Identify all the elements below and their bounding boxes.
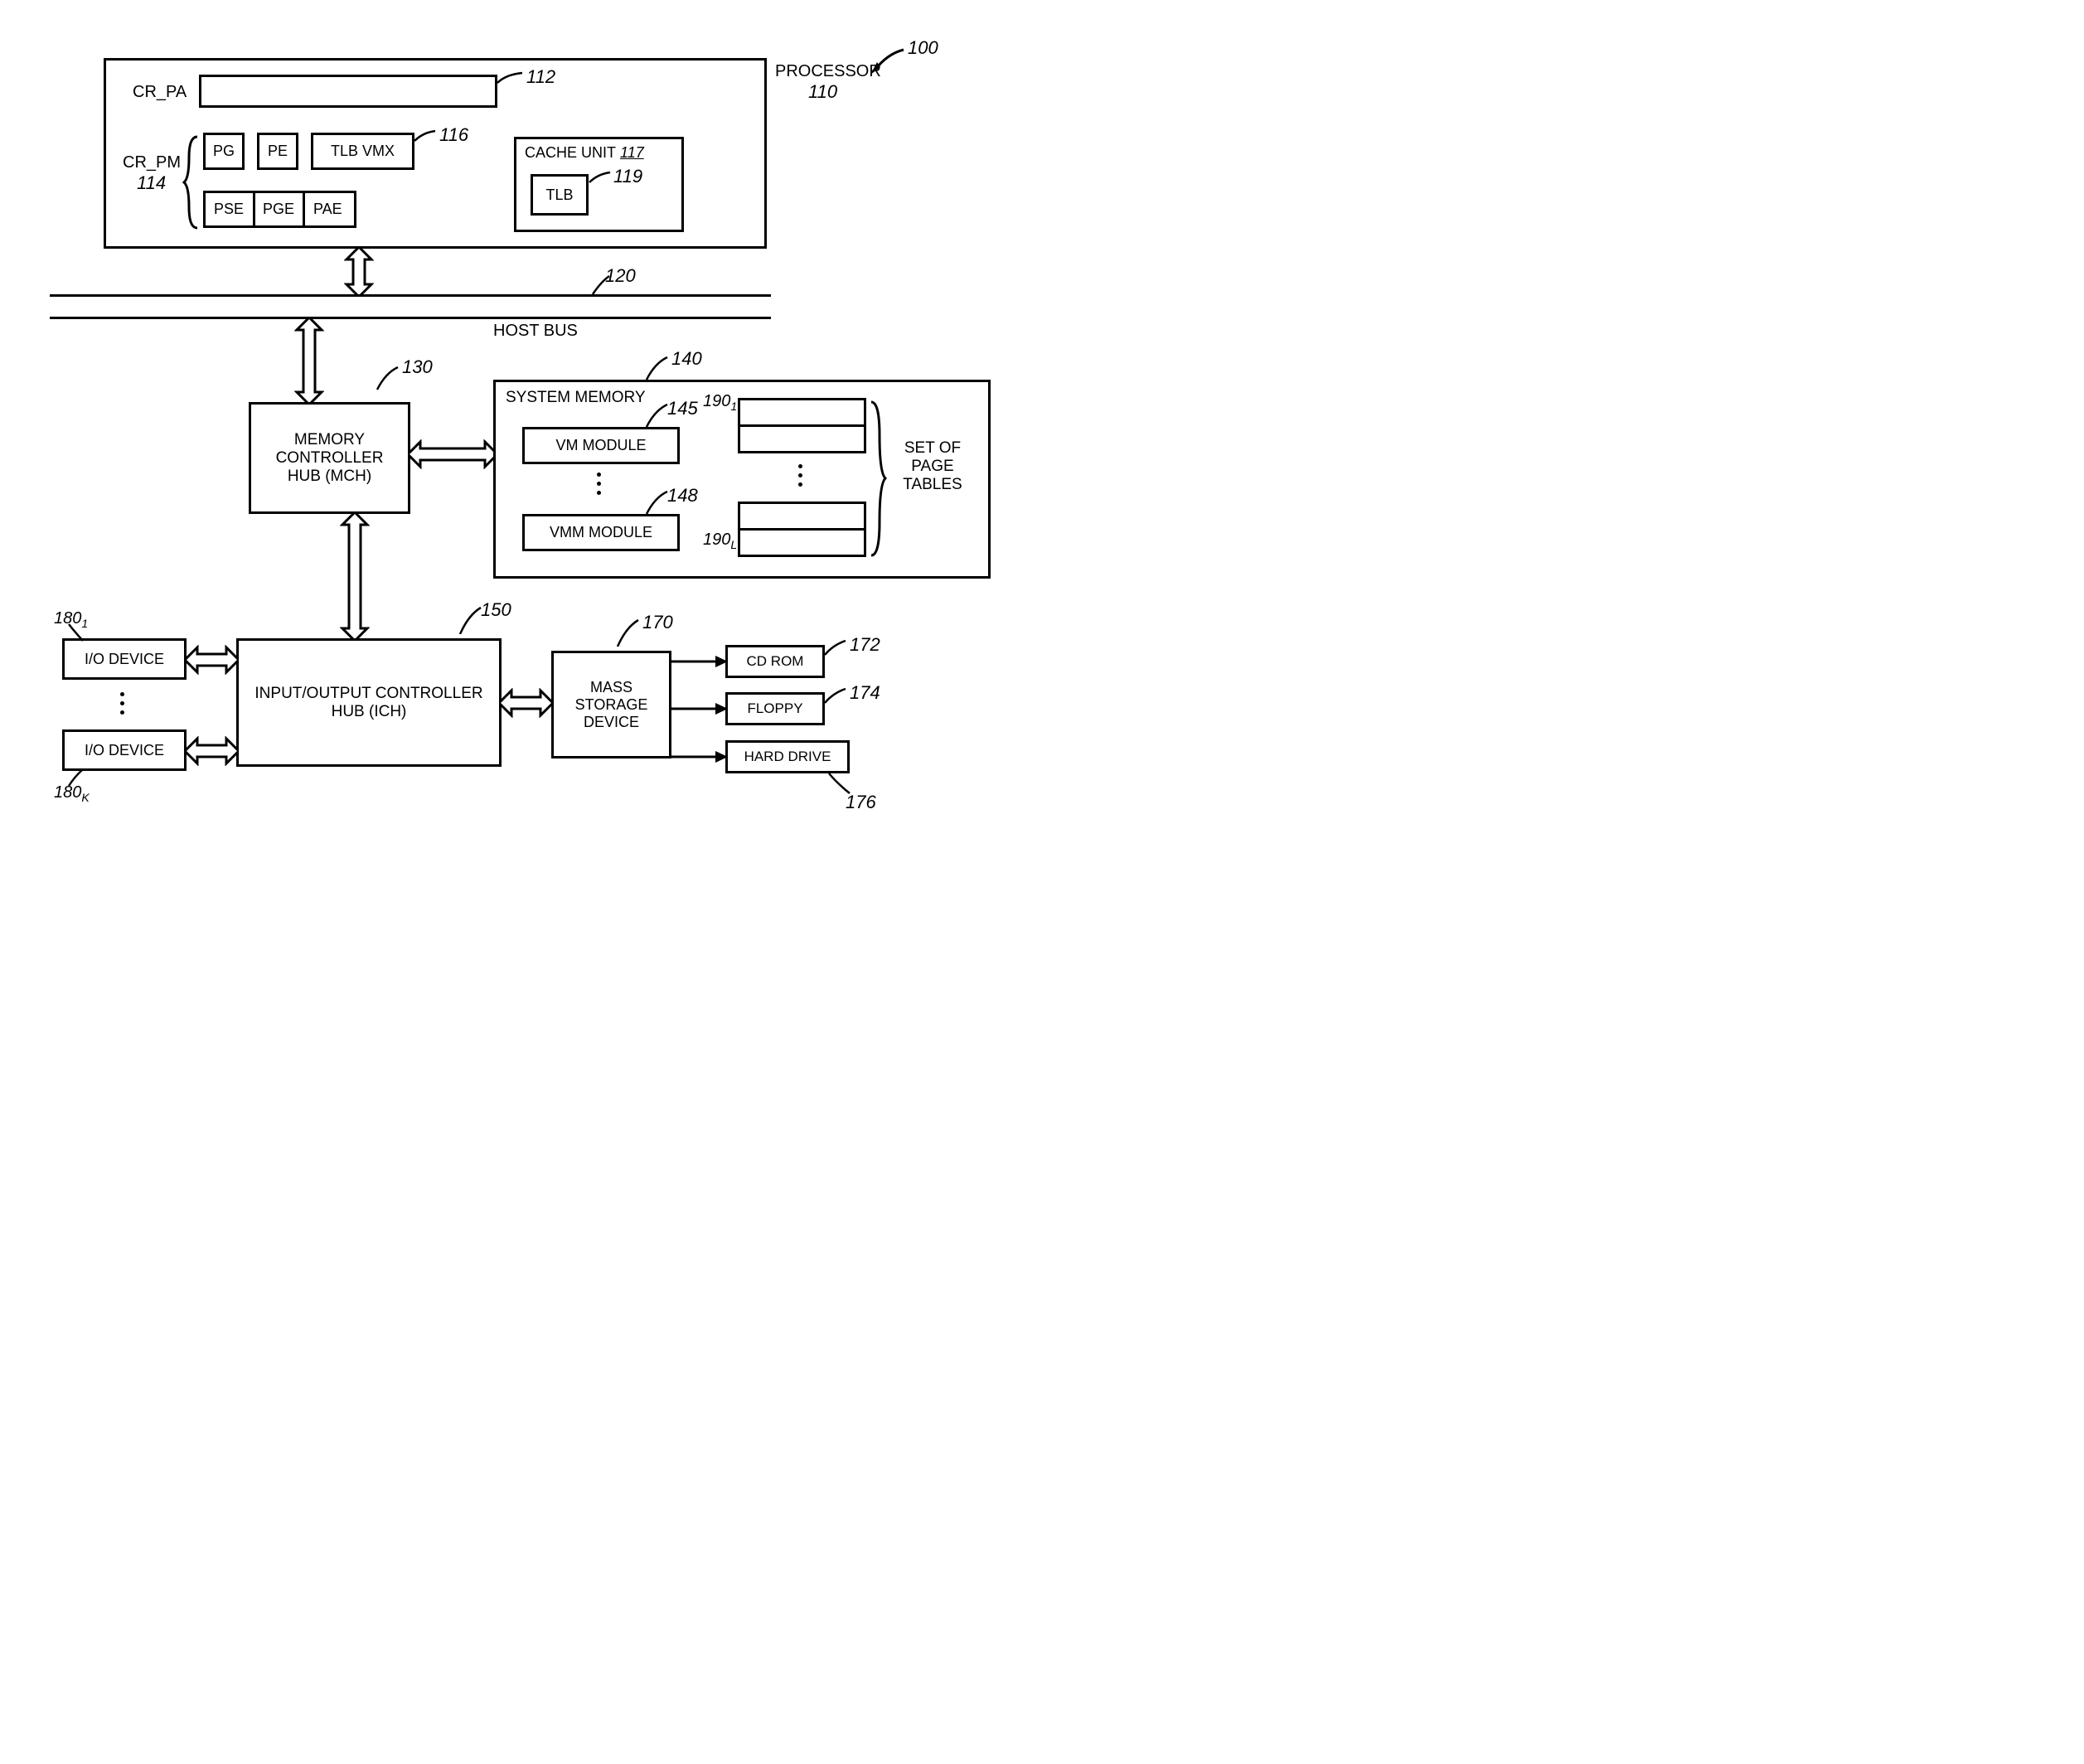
page-table-first — [738, 398, 866, 427]
ref-119: 119 — [613, 166, 642, 187]
ref-150: 150 — [481, 599, 511, 621]
ref-176: 176 — [846, 792, 876, 813]
arrow-io1-ich — [185, 645, 239, 675]
page-table-last — [738, 528, 866, 557]
ref-112-leader — [493, 70, 526, 91]
pse-label: PSE — [214, 201, 244, 218]
io-device-last: I/O DEVICE — [62, 729, 187, 771]
ref-114: 114 — [137, 172, 166, 194]
vmm-module-box: VMM MODULE — [522, 514, 680, 551]
ref-119-leader — [585, 170, 614, 191]
processor-label: PROCESSOR — [775, 62, 881, 81]
cdrom-box: CD ROM — [725, 645, 825, 678]
arrow-ioK-ich — [185, 736, 239, 766]
arrow-mch-sysmem — [408, 439, 497, 469]
system-block-diagram: 100 PROCESSOR 110 CR_PA 112 CR_PM 114 PG… — [25, 25, 1067, 907]
vm-module-box: VM MODULE — [522, 427, 680, 464]
page-tables-brace — [869, 398, 887, 560]
ref-180-K-leader — [66, 767, 87, 788]
host-bus-label: HOST BUS — [493, 322, 578, 341]
ref-170-leader — [613, 618, 642, 647]
ref-116: 116 — [439, 124, 468, 146]
io-device-first: I/O DEVICE — [62, 638, 187, 680]
ref-112: 112 — [526, 66, 555, 88]
io-device-ellipsis — [120, 692, 124, 715]
pg-box: PG — [203, 133, 245, 170]
cache-unit-label: CACHE UNIT — [525, 144, 616, 161]
arrow-bus-mch — [294, 317, 324, 405]
ref-170: 170 — [642, 612, 673, 633]
page-table-2 — [738, 424, 866, 453]
cr-pm-label: CR_PM — [123, 153, 181, 172]
ref-100: 100 — [908, 37, 938, 59]
ref-174: 174 — [850, 682, 880, 704]
ref-190-1: 1901 — [703, 392, 737, 413]
vm-ellipsis — [597, 472, 601, 495]
ref-190-L: 190L — [703, 531, 737, 551]
system-memory-label: SYSTEM MEMORY — [506, 389, 646, 407]
page-table-ellipsis — [798, 464, 802, 487]
ref-174-leader — [821, 686, 850, 707]
ref-116-leader — [410, 128, 439, 149]
ref-140-leader — [642, 355, 671, 384]
ref-117: 117 — [620, 144, 644, 161]
floppy-box: FLOPPY — [725, 692, 825, 725]
cr-pa-register — [199, 75, 497, 108]
arrow-mass-floppy — [670, 700, 728, 721]
ref-180-1-leader — [66, 622, 87, 642]
ref-172: 172 — [850, 634, 880, 656]
ref-148: 148 — [667, 485, 698, 506]
set-of-page-tables-label: SET OF PAGE TABLES — [895, 439, 970, 494]
arrow-mass-cdrom — [670, 653, 728, 674]
arrow-mch-ich — [340, 512, 370, 641]
pge-label: PGE — [263, 201, 294, 218]
ref-130: 130 — [402, 356, 433, 378]
arrow-processor-bus — [344, 247, 374, 297]
cr-pa-label: CR_PA — [133, 83, 187, 102]
arrow-ich-mass — [499, 688, 553, 718]
page-table-prelast — [738, 502, 866, 531]
ref-145: 145 — [667, 398, 698, 419]
ref-140: 140 — [671, 348, 702, 370]
ref-110: 110 — [808, 81, 837, 103]
pae-label: PAE — [313, 201, 342, 218]
hdd-box: HARD DRIVE — [725, 740, 850, 773]
tlb-vmx-box: TLB VMX — [311, 133, 414, 170]
pe-box: PE — [257, 133, 298, 170]
mch-box: MEMORY CONTROLLER HUB (MCH) — [249, 402, 410, 514]
ref-172-leader — [821, 638, 850, 659]
mass-storage-box: MASS STORAGE DEVICE — [551, 651, 671, 758]
ref-130-leader — [373, 365, 402, 394]
ich-box: INPUT/OUTPUT CONTROLLER HUB (ICH) — [236, 638, 502, 767]
tlb-box: TLB — [531, 174, 589, 216]
ref-120: 120 — [605, 265, 636, 287]
cr-pm-brace — [182, 133, 199, 232]
arrow-mass-hdd — [670, 749, 728, 769]
